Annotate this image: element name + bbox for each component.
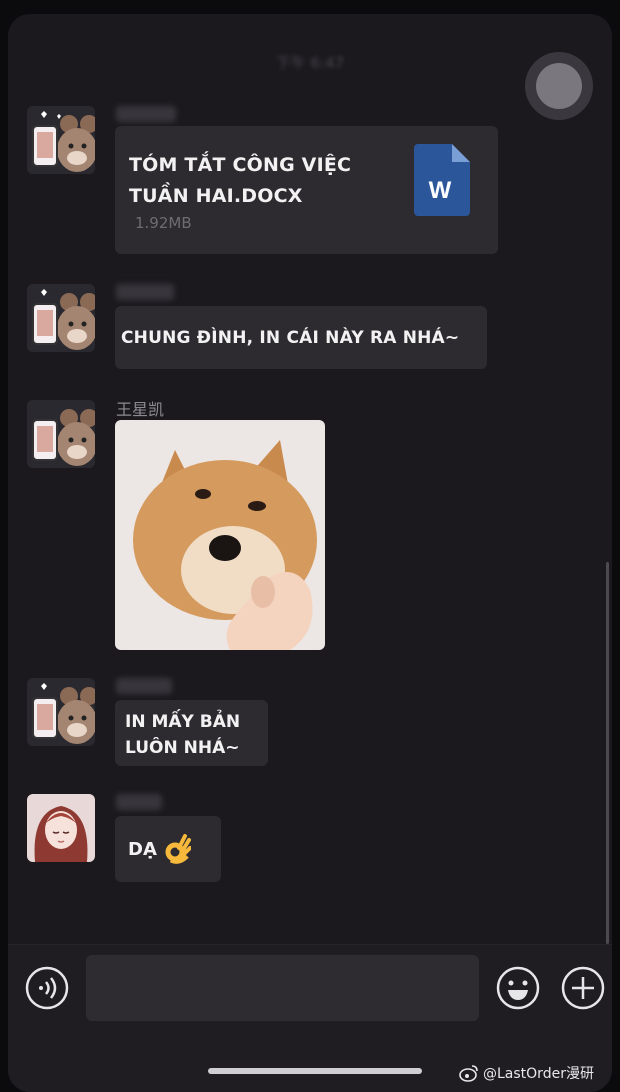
sender-avatar[interactable] (27, 400, 95, 468)
message-input[interactable] (86, 955, 479, 1021)
message-text: DẠ (128, 838, 157, 860)
scrollbar-thumb[interactable] (606, 562, 609, 944)
shiba-dog-illustration (115, 420, 325, 650)
voice-icon[interactable] (25, 966, 69, 1010)
home-indicator[interactable] (208, 1068, 422, 1074)
emoji-icon[interactable] (496, 966, 540, 1010)
file-message-bubble[interactable]: TÓM TẮT CÔNG VIỆC TUẦN HAI.DOCX 1.92MB W (115, 126, 498, 254)
anime-girl-avatar-icon (27, 794, 95, 862)
weibo-watermark: @LastOrder漫研 (459, 1063, 594, 1083)
word-doc-icon: W (414, 144, 470, 216)
ok-hand-emoji (165, 834, 191, 864)
svg-text:W: W (429, 177, 452, 204)
sender-name (116, 284, 174, 300)
text-message-bubble[interactable]: CHUNG ĐÌNH, IN CÁI NÀY RA NHÁ~ (115, 306, 487, 369)
text-message-bubble[interactable]: DẠ (115, 816, 221, 882)
message-timestamp: 下午 6:47 (275, 54, 345, 72)
bear-phone-avatar-icon (27, 284, 95, 352)
sender-name (116, 794, 162, 810)
sender-avatar[interactable] (27, 106, 95, 174)
add-icon[interactable] (561, 966, 605, 1010)
watermark-text: @LastOrder漫研 (483, 1066, 594, 1082)
bear-phone-avatar-icon (27, 400, 95, 468)
bear-phone-avatar-icon (27, 106, 95, 174)
chat-screen: 下午 6:47 TÓM TẮT CÔNG VIỆC TUẦN HAI.DOCX … (8, 14, 612, 1092)
file-name: TÓM TẮT CÔNG VIỆC TUẦN HAI.DOCX (129, 154, 352, 207)
sender-avatar[interactable] (27, 678, 95, 746)
sender-avatar[interactable] (27, 794, 95, 862)
sender-name (116, 106, 176, 122)
file-size: 1.92MB (135, 214, 192, 232)
sender-name (116, 678, 172, 694)
sender-avatar[interactable] (27, 284, 95, 352)
weibo-logo-icon (459, 1065, 478, 1082)
sender-name: 王星凯 (116, 400, 165, 419)
shiba-dog-pointing-photo[interactable] (115, 420, 325, 650)
text-message-bubble[interactable]: IN MẤY BẢN LUÔN NHÁ~ (115, 700, 268, 766)
assistive-touch-button[interactable] (525, 52, 593, 120)
assistive-touch-inner (536, 63, 582, 109)
bear-phone-avatar-icon (27, 678, 95, 746)
